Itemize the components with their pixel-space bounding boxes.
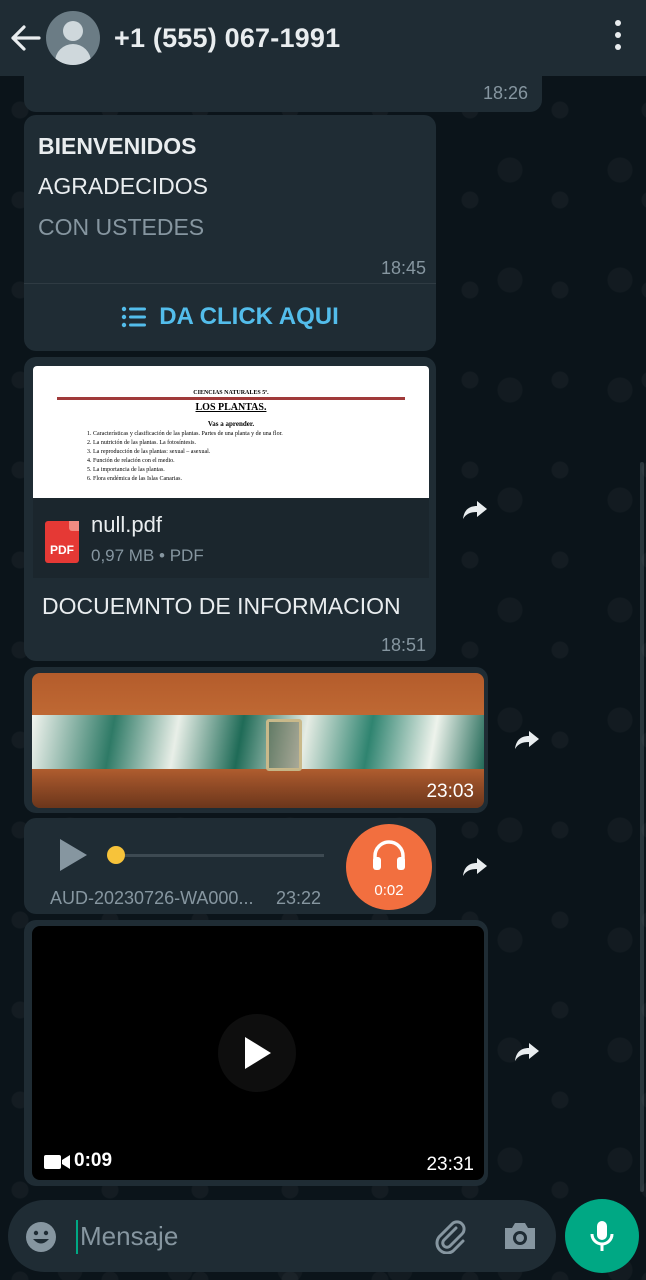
document-caption: DOCUEMNTO DE INFORMACION — [42, 593, 401, 619]
message-time: 18:26 — [482, 83, 528, 103]
message-time: 23:03 — [426, 781, 474, 802]
message-text-line: CON USTEDES — [38, 214, 205, 240]
back-arrow-icon[interactable] — [0, 6, 52, 70]
message-composer — [8, 1200, 556, 1272]
file-meta: 0,97 MB • PDF — [91, 546, 204, 565]
emoji-icon[interactable] — [24, 1220, 58, 1254]
play-icon[interactable] — [58, 838, 88, 872]
camera-icon[interactable] — [502, 1220, 538, 1252]
video-thumbnail[interactable]: 0:09 — [32, 926, 484, 1180]
doc-preview-title: LOS PLANTAS. — [195, 402, 267, 413]
doc-preview-item: Características y clasificación de las p… — [93, 430, 283, 439]
scrollbar[interactable] — [640, 462, 644, 1192]
message-bubble-photo[interactable]: 23:03 — [24, 667, 488, 813]
audio-progress-thumb[interactable] — [107, 846, 125, 864]
video-duration: 0:09 — [74, 1150, 113, 1171]
attach-icon[interactable] — [432, 1218, 468, 1254]
list-button[interactable]: DA CLICK AQUI — [24, 283, 436, 351]
document-file-row[interactable]: PDF null.pdf 0,97 MB • PDF — [33, 498, 429, 578]
forward-icon[interactable] — [508, 1033, 546, 1071]
contact-name[interactable]: +1 (555) 067-1991 — [114, 23, 340, 54]
doc-preview-subtitle: Vas a aprender. — [207, 420, 255, 428]
document-preview[interactable]: CIENCIAS NATURALES 5º. LOS PLANTAS. Vas … — [33, 366, 429, 498]
audio-duration: 0:02 — [374, 882, 404, 899]
message-bubble-welcome[interactable]: BIENVENIDOS AGRADECIDOS CON USTEDES 18:4… — [24, 115, 436, 351]
message-time: 18:45 — [380, 258, 426, 278]
message-bubble-audio[interactable]: AUD-20230726-WA000... 23:22 0:02 — [24, 818, 436, 914]
message-time: 23:22 — [276, 888, 322, 908]
chat-header: +1 (555) 067-1991 — [0, 0, 646, 76]
doc-preview-list: Características y clasificación de las p… — [79, 430, 283, 484]
headphones-icon — [373, 840, 405, 870]
doc-preview-item: La nutrición de las plantas. La fotosínt… — [93, 439, 283, 448]
doc-preview-item: Flora endémica de las Islas Canarias. — [93, 475, 283, 484]
photo-thumbnail[interactable] — [32, 673, 484, 808]
mic-icon — [590, 1221, 614, 1251]
message-bubble-video[interactable]: 0:09 23:31 — [24, 920, 488, 1186]
audio-progress-track[interactable] — [124, 854, 324, 857]
list-button-label: DA CLICK AQUI — [159, 303, 339, 330]
message-input[interactable] — [76, 1214, 400, 1258]
doc-preview-item: La importancia de las plantas. — [93, 466, 283, 475]
video-play-button[interactable] — [218, 1014, 296, 1092]
doc-preview-header: CIENCIAS NATURALES 5º. — [193, 390, 269, 396]
mic-button[interactable] — [565, 1199, 639, 1273]
list-icon — [122, 306, 147, 328]
message-time: 18:51 — [380, 635, 426, 655]
forward-icon[interactable] — [508, 721, 546, 759]
audio-file-name: AUD-20230726-WA000... — [50, 888, 254, 908]
more-vert-icon[interactable] — [614, 20, 622, 50]
message-bubble-document[interactable]: CIENCIAS NATURALES 5º. LOS PLANTAS. Vas … — [24, 357, 436, 661]
avatar[interactable] — [46, 11, 100, 65]
pdf-icon: PDF — [45, 521, 79, 563]
message-text-line: BIENVENIDOS — [38, 133, 197, 159]
forward-icon[interactable] — [456, 848, 494, 886]
doc-preview-item: La reproducción de las plantas: sexual –… — [93, 448, 283, 457]
video-camera-icon — [44, 1155, 70, 1169]
message-time: 23:31 — [426, 1154, 474, 1175]
play-icon — [245, 1037, 271, 1069]
doc-preview-item: Función de relación con el medio. — [93, 457, 283, 466]
forward-icon[interactable] — [456, 491, 494, 529]
message-text-line: AGRADECIDOS — [38, 173, 208, 199]
audio-sender-avatar: 0:02 — [346, 824, 432, 910]
file-name: null.pdf — [91, 512, 162, 537]
